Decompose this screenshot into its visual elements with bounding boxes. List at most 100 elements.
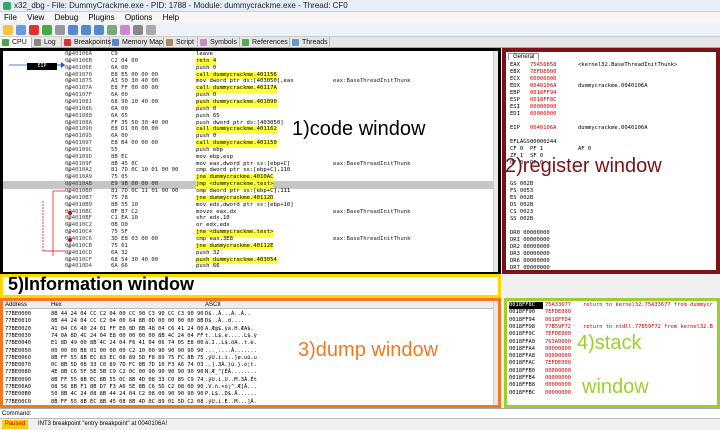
dump-hex: 4E 8B C6 5F 5E 5B C9 C2 0C 00 90 90 90 9… bbox=[51, 369, 204, 376]
register-value[interactable]: 00000000 bbox=[530, 76, 578, 83]
register-value[interactable]: 0018FF8C bbox=[530, 97, 578, 104]
register-row[interactable]: FS 0053 bbox=[510, 188, 578, 195]
register-name: GS 002B bbox=[510, 181, 534, 187]
menu-file[interactable]: File bbox=[4, 13, 17, 22]
code-address: 004010D4 bbox=[65, 263, 92, 270]
register-row[interactable]: DR6 00000000 bbox=[510, 258, 578, 265]
register-row[interactable] bbox=[510, 118, 578, 125]
dump-hex: 00 00 00 B8 01 00 00 00 C2 10 00 90 90 9… bbox=[51, 347, 204, 354]
register-row[interactable]: ESP 0018FF8C bbox=[510, 97, 578, 104]
window-title: x32_dbg - File: DummyCrackme.exe - PID: … bbox=[14, 1, 348, 10]
dump-ascii: .ÿU.ì.E..M...]Â. bbox=[205, 398, 257, 405]
threads-icon bbox=[292, 39, 299, 46]
command-bar[interactable]: Command: bbox=[0, 408, 720, 418]
tab-breakpoints[interactable]: Breakpoints bbox=[62, 37, 111, 48]
code-window[interactable]: EIP 0040106A C9 leave 0040106B C2 04 00 retn … bbox=[0, 48, 501, 275]
register-row[interactable]: DR1 00000000 bbox=[510, 237, 578, 244]
register-value[interactable]: 7EFDE000 bbox=[530, 69, 578, 76]
register-row[interactable]: EBX 7EFDE000 bbox=[510, 69, 578, 76]
menu-options[interactable]: Options bbox=[125, 13, 153, 22]
menu-plugins[interactable]: Plugins bbox=[88, 13, 114, 22]
dump-address: 77BE0010 bbox=[5, 318, 31, 325]
information-window-label: 5)Information window bbox=[8, 274, 194, 294]
register-row[interactable]: EDI 00000000 bbox=[510, 111, 578, 118]
register-name: DR6 00000000 bbox=[510, 258, 550, 264]
code-window-label: 1)code window bbox=[292, 118, 426, 140]
dump-ascii: ...¸....Â....... bbox=[205, 347, 257, 354]
register-row[interactable]: ESI 00000000 bbox=[510, 104, 578, 111]
register-value[interactable]: 0040106A bbox=[530, 125, 578, 132]
log-icon bbox=[34, 39, 41, 46]
menu-view[interactable]: View bbox=[27, 13, 44, 22]
stop-icon[interactable] bbox=[29, 25, 39, 35]
register-name: DS 002B bbox=[510, 202, 534, 208]
register-name: EIP bbox=[510, 125, 520, 131]
register-row[interactable] bbox=[510, 223, 578, 230]
status-bar: Paused INT3 breakpoint "entry breakpoint… bbox=[0, 418, 720, 429]
tab-log[interactable]: Log bbox=[32, 37, 62, 48]
register-row[interactable]: DS 002B bbox=[510, 202, 578, 209]
register-row[interactable]: EIP 0040106A dummycrackme.0040106A bbox=[510, 125, 648, 132]
register-row[interactable]: EAX 75A56858 <kernel32.BaseThreadInitThunk… bbox=[510, 62, 677, 69]
register-comment: dummycrackme.0040106A bbox=[578, 125, 648, 131]
register-row[interactable]: DR0 00000000 bbox=[510, 230, 578, 237]
tab-cpu[interactable]: CPU bbox=[0, 37, 32, 48]
register-row[interactable]: SS 002B bbox=[510, 216, 578, 223]
menu-help[interactable]: Help bbox=[163, 13, 179, 22]
open-icon[interactable] bbox=[3, 25, 13, 35]
references-icon bbox=[242, 39, 249, 46]
register-row[interactable]: ES 002B bbox=[510, 195, 578, 202]
tab-references[interactable]: References bbox=[240, 37, 290, 48]
tab-script[interactable]: Script bbox=[164, 37, 198, 48]
dump-scrollbar[interactable] bbox=[493, 301, 498, 405]
memory-icon bbox=[112, 39, 119, 46]
dump-hex: 50 8B 4C 24 08 8B 44 24 04 C2 08 00 90 9… bbox=[51, 391, 204, 398]
register-value[interactable]: PF 1 bbox=[530, 146, 578, 153]
register-value[interactable]: 75A56858 bbox=[530, 62, 578, 69]
register-row[interactable]: DR3 00000000 bbox=[510, 251, 578, 258]
register-row[interactable]: CS 0023 bbox=[510, 209, 578, 216]
options-icon[interactable] bbox=[133, 25, 143, 35]
run-icon[interactable] bbox=[42, 25, 52, 35]
register-name: DR7 00000000 bbox=[510, 265, 550, 271]
code-scrollbar[interactable] bbox=[493, 51, 498, 272]
symbols-icon bbox=[200, 39, 207, 46]
step-into-icon[interactable] bbox=[68, 25, 78, 35]
toolbar bbox=[0, 23, 720, 37]
register-value[interactable]: 00000000 bbox=[530, 104, 578, 111]
register-value[interactable]: 00000000 bbox=[530, 111, 578, 118]
restart-icon[interactable] bbox=[16, 25, 26, 35]
register-row[interactable]: ECX 00000000 bbox=[510, 76, 578, 83]
execute-till-return-icon[interactable] bbox=[94, 25, 104, 35]
menu-debug[interactable]: Debug bbox=[55, 13, 79, 22]
tab-memory-map[interactable]: Memory Map bbox=[110, 37, 164, 48]
tab-threads[interactable]: Threads bbox=[290, 37, 330, 48]
register-name: SS 002B bbox=[510, 216, 534, 222]
register-row[interactable]: CF 0 PF 1 AF 0 bbox=[510, 146, 591, 153]
tab-symbols[interactable]: Symbols bbox=[198, 37, 240, 48]
register-row[interactable]: EDX 0040106A dummycrackme.0040106A bbox=[510, 83, 648, 90]
register-row[interactable]: DR7 00000000 bbox=[510, 265, 578, 271]
step-over-icon[interactable] bbox=[81, 25, 91, 35]
register-name: EFLAGS bbox=[510, 139, 530, 145]
trace-icon[interactable] bbox=[120, 25, 130, 35]
dump-ascii: N.Æ_^[ÉÂ........ bbox=[205, 369, 257, 376]
status-message: INT3 breakpoint "entry breakpoint" at 00… bbox=[38, 421, 168, 427]
dump-address: 77BE00A0 bbox=[5, 384, 31, 390]
register-value[interactable]: 00000244 bbox=[530, 139, 578, 146]
register-value[interactable]: 0040106A bbox=[530, 83, 578, 90]
register-row[interactable]: GS 002B bbox=[510, 181, 578, 188]
font-icon[interactable] bbox=[146, 25, 156, 35]
register-row[interactable]: DR2 00000000 bbox=[510, 244, 578, 251]
register-row[interactable]: EBP 0018FF94 bbox=[510, 90, 578, 97]
code-row[interactable]: 004010D4 6A 66 push 66 bbox=[3, 263, 498, 271]
register-row[interactable] bbox=[510, 132, 578, 139]
run-to-user-code-icon[interactable] bbox=[107, 25, 117, 35]
tab-general[interactable]: General bbox=[508, 53, 540, 60]
register-value[interactable]: 0018FF94 bbox=[530, 90, 578, 97]
stack-address: 0018FFB8 bbox=[509, 382, 535, 389]
title-bar: x32_dbg - File: DummyCrackme.exe - PID: … bbox=[0, 0, 720, 12]
register-comment: <kernel32.BaseThreadInitThunk> bbox=[578, 62, 678, 68]
pause-icon[interactable] bbox=[55, 25, 65, 35]
register-row[interactable]: EFLAGS00000244 bbox=[510, 139, 578, 146]
